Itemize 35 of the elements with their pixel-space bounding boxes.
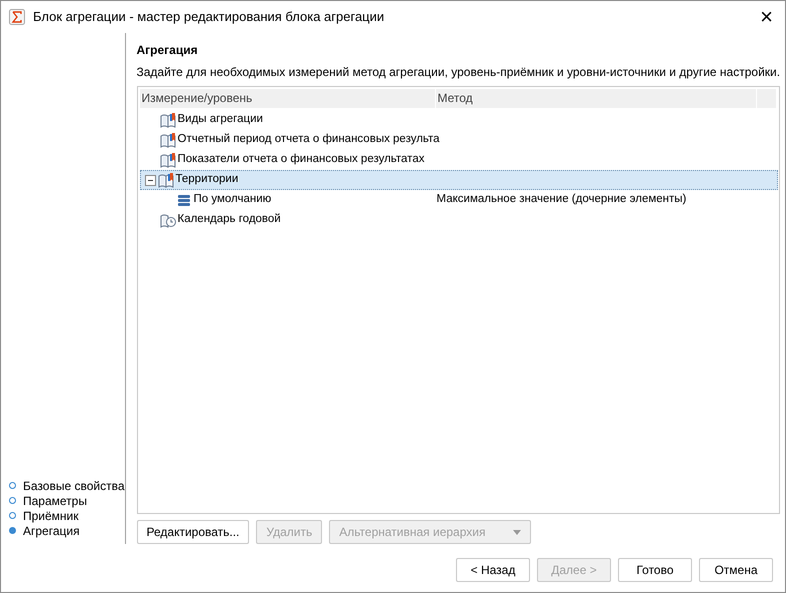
step-item[interactable]: Приёмник xyxy=(23,506,79,524)
window-title: Блок агрегации - мастер редактирования блока агрегации xyxy=(33,8,384,26)
tree-row[interactable]: Календарь годовой xyxy=(140,210,778,230)
tree-row[interactable]: Территории xyxy=(140,170,778,190)
tree-label: Показатели отчета о финансовых результатах xyxy=(178,152,424,168)
close-button[interactable]: × xyxy=(756,6,777,28)
tree-row[interactable]: Показатели отчета о финансовых результатах xyxy=(140,150,778,170)
caret-icon xyxy=(513,530,522,536)
step-item[interactable]: Базовые свойства xyxy=(23,476,124,494)
tree-label: По умолчанию xyxy=(194,192,272,208)
wizard-button[interactable]: Готово xyxy=(618,558,692,582)
step-item[interactable]: Параметры xyxy=(23,492,87,510)
sigma-icon xyxy=(9,9,25,25)
tree-label: Календарь годовой xyxy=(178,212,281,228)
step-item[interactable]: Агрегация xyxy=(23,522,80,540)
action-button[interactable]: Редактировать... xyxy=(136,520,250,544)
tree-row[interactable]: Виды агрегации xyxy=(140,110,778,130)
section-heading: Агрегация xyxy=(136,42,199,59)
tree-row[interactable]: Отчетный период отчета о финансовых результа xyxy=(140,130,778,150)
collapse-icon[interactable] xyxy=(144,174,156,186)
column-header[interactable]: Метод xyxy=(436,89,758,108)
book-icon xyxy=(156,172,174,188)
wizard-button[interactable]: < Назад xyxy=(456,558,530,582)
book-icon xyxy=(158,152,176,168)
tree-label: Территории xyxy=(176,172,238,188)
book-icon xyxy=(158,132,176,148)
tree-label: Отчетный период отчета о финансовых результа xyxy=(178,132,440,148)
book-icon xyxy=(158,112,176,128)
wizard-button[interactable]: Отмена xyxy=(699,558,773,582)
description: Задайте для необходимых измерений метод агрегации, уровень-приёмник и уровни-источники и другие настройки. xyxy=(136,64,780,81)
method-cell-text: Максимальное значение (дочерние элементы) xyxy=(436,192,686,208)
tree-label: Виды агрегации xyxy=(178,112,263,128)
calendar-clock-icon xyxy=(158,212,176,228)
tree-row[interactable]: По умолчанию Максимальное значение (дочерние элементы) xyxy=(140,190,778,210)
column-header[interactable]: Измерение/уровень xyxy=(140,89,436,108)
